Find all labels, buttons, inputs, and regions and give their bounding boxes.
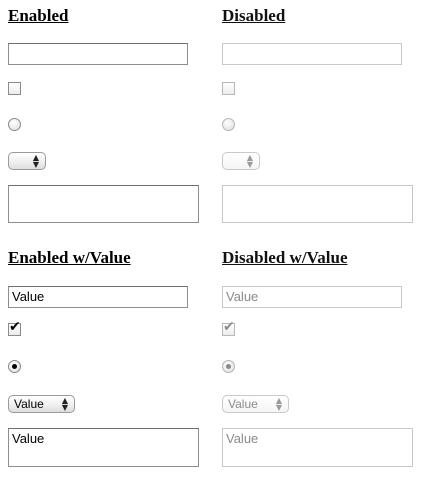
heading-enabled-with-value: Enabled w/Value: [8, 248, 131, 267]
select-arrows-icon: ▲ ▼: [32, 153, 39, 169]
enabled-value-select[interactable]: Value ▲ ▼: [8, 395, 75, 413]
select-arrows-icon: ▲ ▼: [246, 153, 253, 169]
enabled-text-input[interactable]: [8, 43, 188, 65]
radio-dot-icon: [12, 364, 17, 369]
heading-disabled-with-value: Disabled w/Value: [222, 248, 348, 267]
radio-dot-icon: [226, 364, 231, 369]
enabled-value-textarea[interactable]: Value: [8, 428, 199, 467]
disabled-textarea: [222, 185, 413, 223]
enabled-value-checkbox[interactable]: ✔: [8, 319, 21, 336]
disabled-value-textarea: Value: [222, 428, 413, 467]
enabled-value-radio[interactable]: [8, 360, 21, 373]
enabled-textarea[interactable]: [8, 185, 199, 223]
disabled-value-checkbox: ✔: [222, 319, 235, 336]
enabled-value-text-input[interactable]: Value: [8, 286, 188, 308]
enabled-value-select-value: Value: [14, 397, 44, 411]
enabled-checkbox[interactable]: [8, 82, 21, 95]
disabled-value-radio: [222, 360, 235, 373]
disabled-checkbox: [222, 82, 235, 95]
heading-enabled: Enabled: [8, 6, 69, 25]
disabled-select: ▲ ▼: [222, 152, 260, 170]
select-arrows-icon: ▲ ▼: [275, 396, 282, 412]
disabled-value-text-input: Value: [222, 286, 402, 308]
checkmark-icon: ✔: [223, 319, 235, 335]
disabled-radio: [222, 118, 235, 131]
checkmark-icon: ✔: [9, 319, 21, 335]
disabled-value-select: Value ▲ ▼: [222, 395, 289, 413]
enabled-select[interactable]: ▲ ▼: [8, 152, 46, 170]
select-arrows-icon: ▲ ▼: [61, 396, 68, 412]
enabled-radio[interactable]: [8, 118, 21, 131]
disabled-value-select-value: Value: [228, 397, 258, 411]
disabled-text-input: [222, 43, 402, 65]
heading-disabled: Disabled: [222, 6, 286, 25]
